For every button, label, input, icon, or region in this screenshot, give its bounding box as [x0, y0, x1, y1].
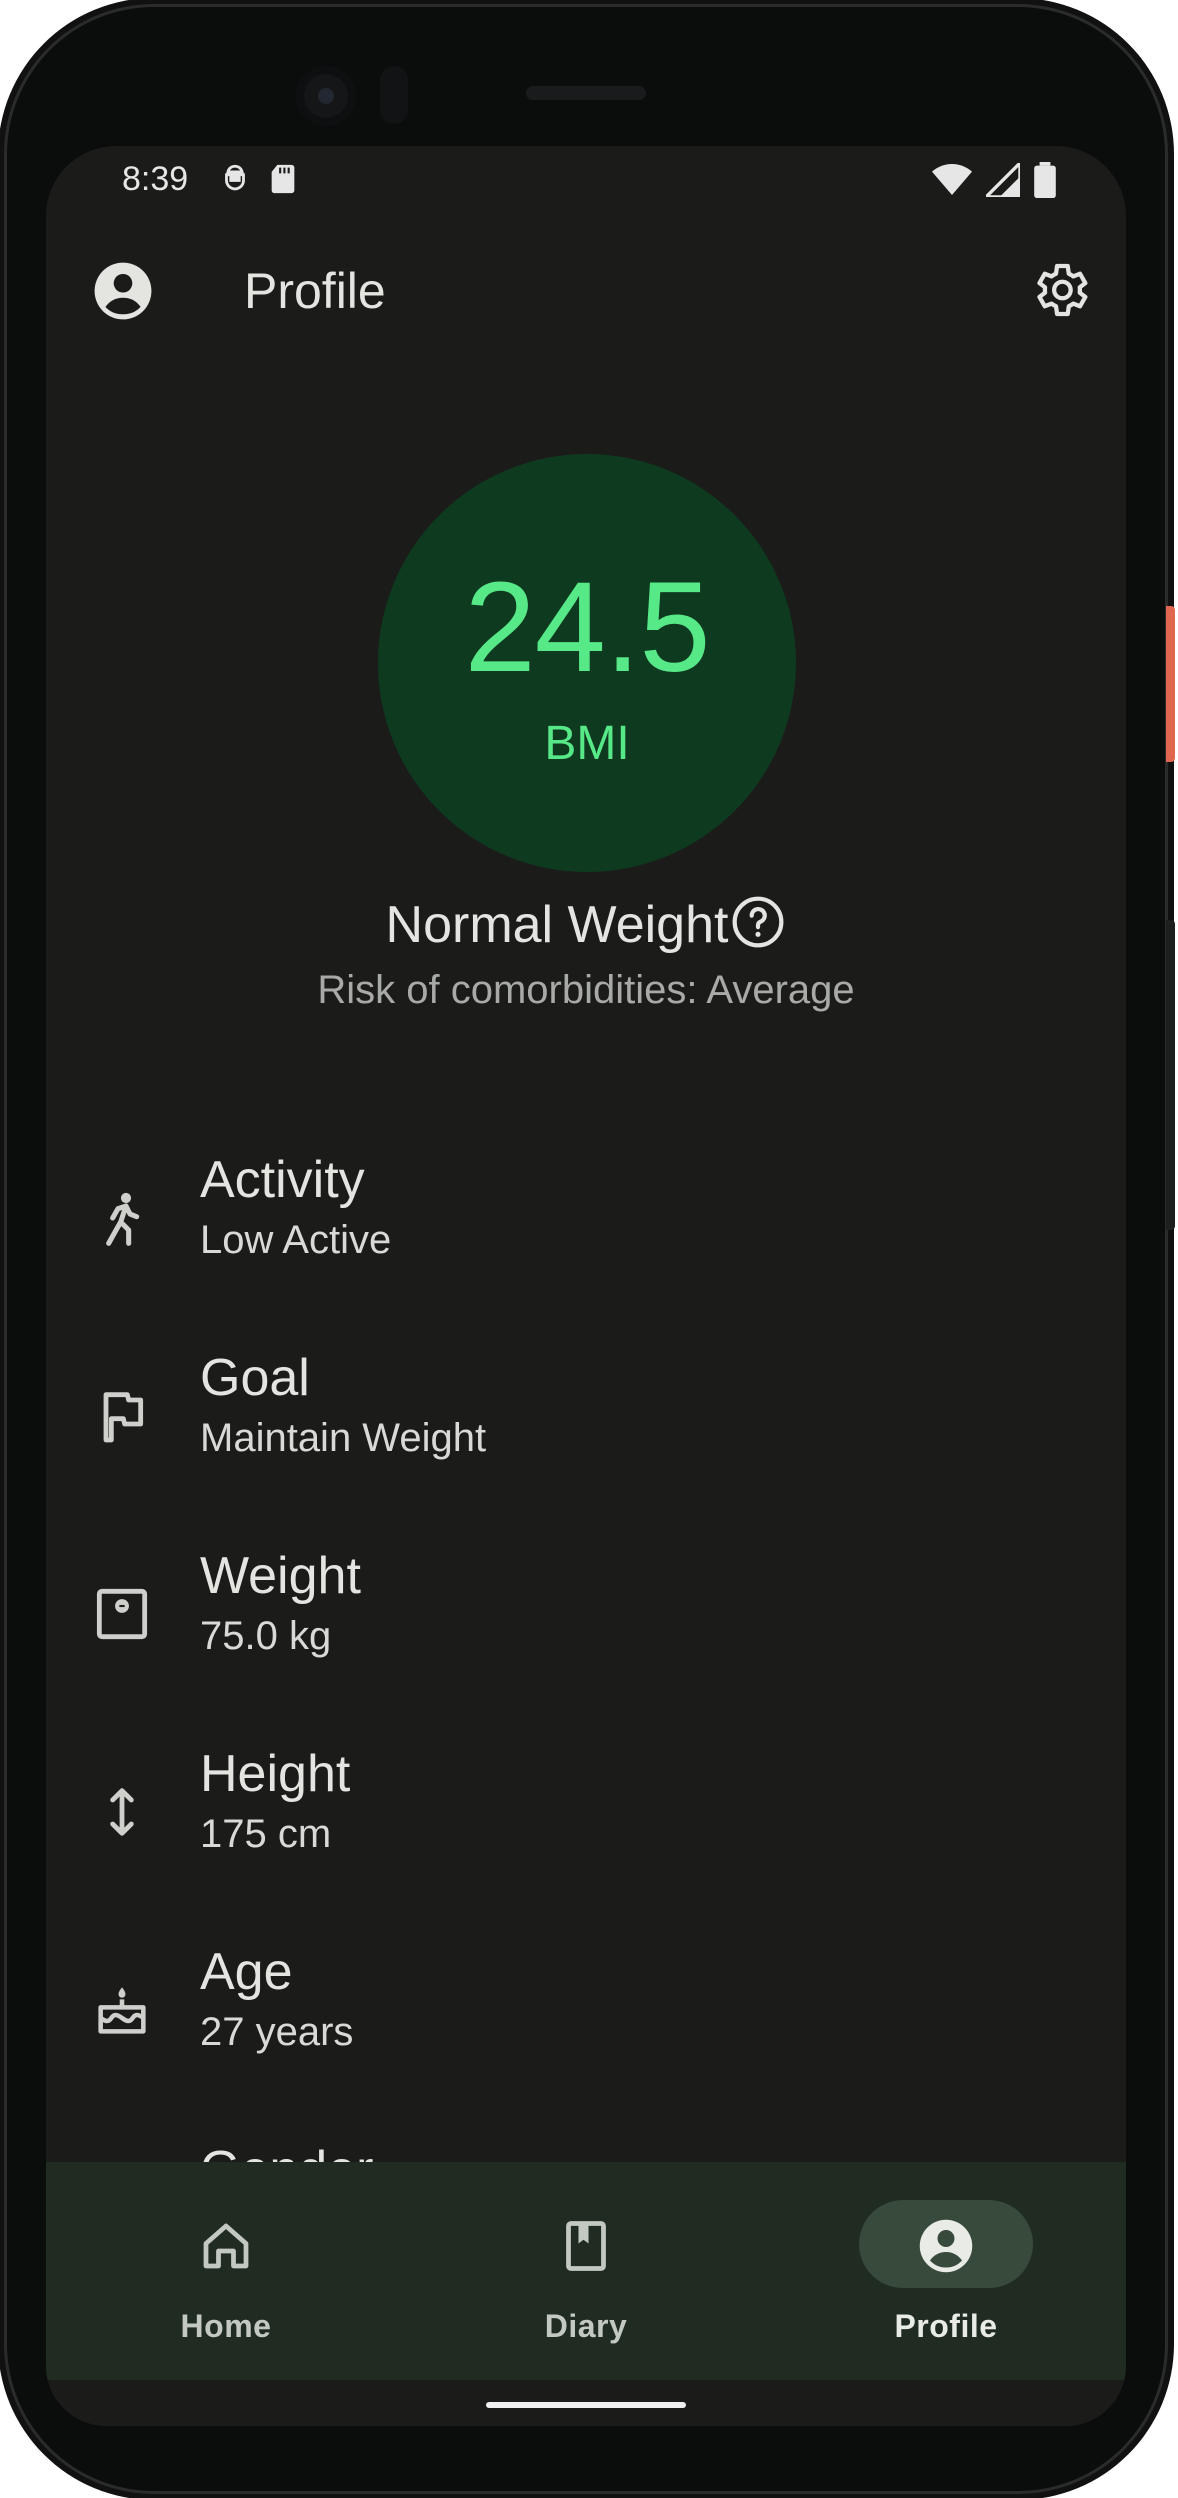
status-time: 8:39: [122, 160, 189, 198]
settings-gear-icon[interactable]: [1028, 258, 1092, 322]
account-avatar-icon[interactable]: [92, 260, 154, 322]
flag-icon: [90, 1384, 154, 1448]
weight-item[interactable]: Weight 75.0 kg: [46, 1546, 1126, 1726]
proximity-sensor: [380, 66, 408, 124]
bmi-category-text: Normal Weight: [385, 896, 729, 954]
sd-card-icon: [268, 162, 298, 201]
height-item[interactable]: Height 175 cm: [46, 1744, 1126, 1924]
walking-icon: [90, 1186, 154, 1250]
age-item[interactable]: Age 27 years: [46, 1942, 1126, 2122]
help-question-icon[interactable]: [730, 894, 786, 963]
nav-home[interactable]: Home: [46, 2162, 406, 2380]
goal-item[interactable]: Goal Maintain Weight: [46, 1348, 1126, 1528]
bmi-category: Normal Weight: [46, 894, 1126, 963]
earpiece-speaker: [526, 86, 646, 100]
app-screen: 8:39 Profile 24.5 BMI Normal Weight Risk…: [46, 146, 1126, 2426]
bottom-navigation: Home Diary Profile: [46, 2162, 1126, 2380]
activity-item[interactable]: Activity Low Active: [46, 1150, 1126, 1330]
home-icon: [196, 2216, 256, 2276]
activity-value: Low Active: [200, 1218, 392, 1262]
volume-button: [1166, 920, 1175, 1230]
page-title: Profile: [244, 263, 386, 319]
scale-icon: [90, 1582, 154, 1646]
power-button: [1166, 606, 1175, 762]
debug-notification-icon: [218, 162, 252, 201]
diary-book-icon: [556, 2216, 616, 2276]
bmi-label: BMI: [544, 717, 630, 770]
bmi-value: 24.5: [464, 556, 710, 699]
wifi-icon: [932, 163, 972, 202]
bmi-risk-text: Risk of comorbidities: Average: [317, 968, 855, 1012]
account-circle-icon: [916, 2216, 976, 2276]
height-value: 175 cm: [200, 1812, 332, 1856]
nav-diary[interactable]: Diary: [406, 2162, 766, 2380]
activity-label: Activity: [200, 1151, 365, 1209]
goal-label: Goal: [200, 1349, 310, 1407]
age-label: Age: [200, 1943, 293, 2001]
goal-value: Maintain Weight: [200, 1416, 487, 1460]
nav-home-label: Home: [180, 2308, 272, 2344]
status-bar: 8:39: [46, 146, 1126, 216]
height-arrow-icon: [90, 1780, 154, 1844]
weight-label: Weight: [200, 1547, 361, 1605]
battery-icon: [1034, 162, 1056, 203]
gesture-navigation-bar[interactable]: [486, 2402, 686, 2408]
nav-profile-label: Profile: [894, 2308, 998, 2344]
cake-icon: [90, 1978, 154, 2042]
weight-value: 75.0 kg: [200, 1614, 332, 1658]
bmi-circle: 24.5 BMI: [378, 454, 796, 872]
nav-diary-label: Diary: [544, 2308, 628, 2344]
cell-signal-icon: [981, 158, 1022, 202]
age-value: 27 years: [200, 2010, 354, 2054]
front-camera: [296, 66, 356, 126]
height-label: Height: [200, 1745, 351, 1803]
top-app-bar: Profile: [46, 236, 1126, 346]
nav-profile[interactable]: Profile: [766, 2162, 1126, 2380]
